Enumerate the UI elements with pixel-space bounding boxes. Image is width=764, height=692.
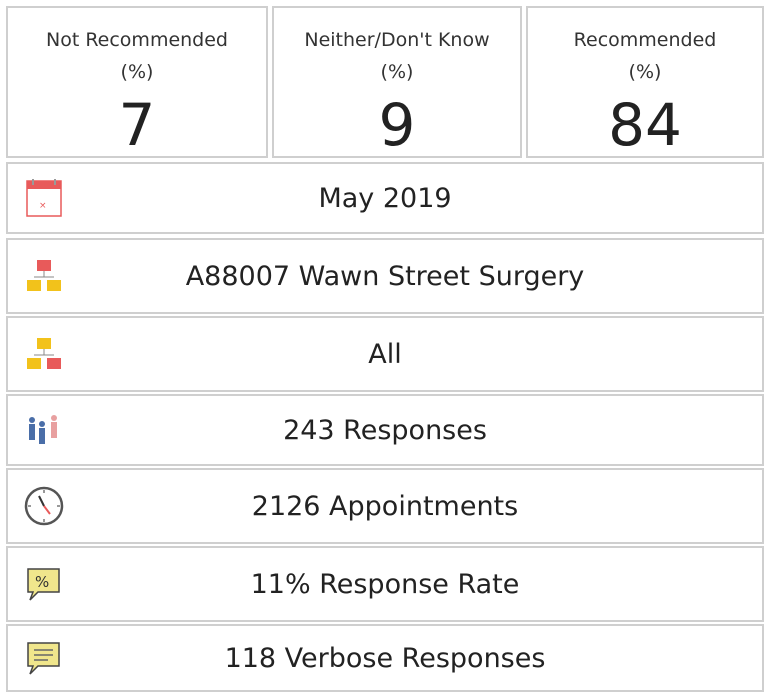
recommended-label-line1: Recommended [573,29,717,51]
not-recommended-label-line1: Not Recommended [46,29,228,51]
responses-row: 243 Responses [6,394,764,466]
response-rate-row: % 11% Response Rate [6,546,764,622]
period-text: May 2019 [318,182,452,214]
verbose-text: 118 Verbose Responses [224,642,546,674]
neither-card: Neither/Don't Know (%) 9 [272,6,522,158]
neither-label: Neither/Don't Know (%) [274,24,520,88]
practice-row: A88007 Wawn Street Surgery [6,238,764,314]
scope-text: All [368,338,402,370]
not-recommended-unit: (%) [120,61,154,83]
neither-unit: (%) [380,61,414,83]
practice-text: A88007 Wawn Street Surgery [185,260,585,292]
recommended-value: 84 [608,91,682,159]
recommended-card: Recommended (%) 84 [526,6,764,158]
scope-row: All [6,316,764,392]
recommended-label: Recommended (%) [528,24,762,88]
not-recommended-label: Not Recommended (%) [8,24,266,88]
period-row: × May 2019 [6,162,764,234]
appointments-row: 2126 Appointments [6,468,764,544]
responses-text: 243 Responses [283,414,487,446]
response-rate-text: 11% Response Rate [250,568,520,600]
verbose-row: 118 Verbose Responses [6,624,764,692]
neither-label-line1: Neither/Don't Know [304,29,490,51]
appointments-text: 2126 Appointments [251,490,519,522]
not-recommended-value: 7 [118,91,156,159]
recommended-unit: (%) [628,61,662,83]
not-recommended-card: Not Recommended (%) 7 [6,6,268,158]
neither-value: 9 [378,91,416,159]
